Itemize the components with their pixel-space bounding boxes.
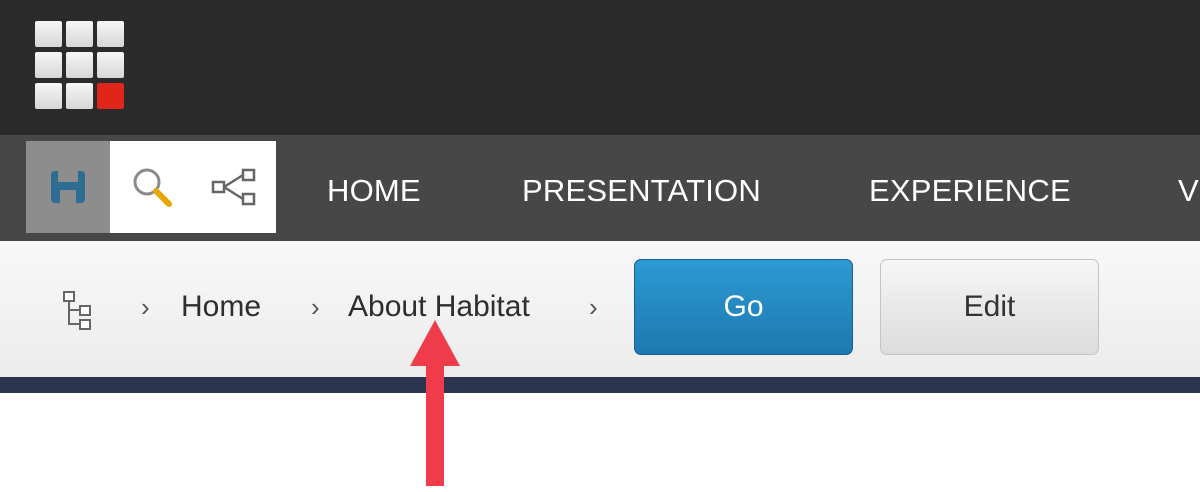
- tab-home[interactable]: HOME: [327, 172, 421, 210]
- edit-button[interactable]: Edit: [880, 259, 1099, 355]
- chevron-right-icon: ›: [311, 292, 320, 322]
- sitecore-grid-logo-icon[interactable]: [35, 21, 125, 109]
- chevron-right-icon: ›: [141, 292, 150, 322]
- save-button[interactable]: [26, 141, 110, 233]
- tab-experience[interactable]: EXPERIENCE: [869, 172, 1071, 210]
- share-button[interactable]: [192, 141, 276, 233]
- share-icon: [211, 168, 256, 206]
- annotation-arrow: [410, 320, 460, 486]
- search-button[interactable]: [110, 141, 194, 233]
- content-tree-icon[interactable]: [62, 290, 94, 337]
- tab-truncated[interactable]: V: [1178, 172, 1199, 210]
- chevron-right-icon[interactable]: ›: [589, 292, 598, 322]
- go-button[interactable]: Go: [634, 259, 853, 355]
- breadcrumb-item-home[interactable]: Home: [181, 288, 261, 326]
- search-icon: [133, 168, 172, 207]
- tab-presentation[interactable]: PRESENTATION: [522, 172, 761, 210]
- top-header: [0, 0, 1200, 135]
- breadcrumb-divider: [0, 377, 1200, 393]
- save-icon: [51, 171, 85, 203]
